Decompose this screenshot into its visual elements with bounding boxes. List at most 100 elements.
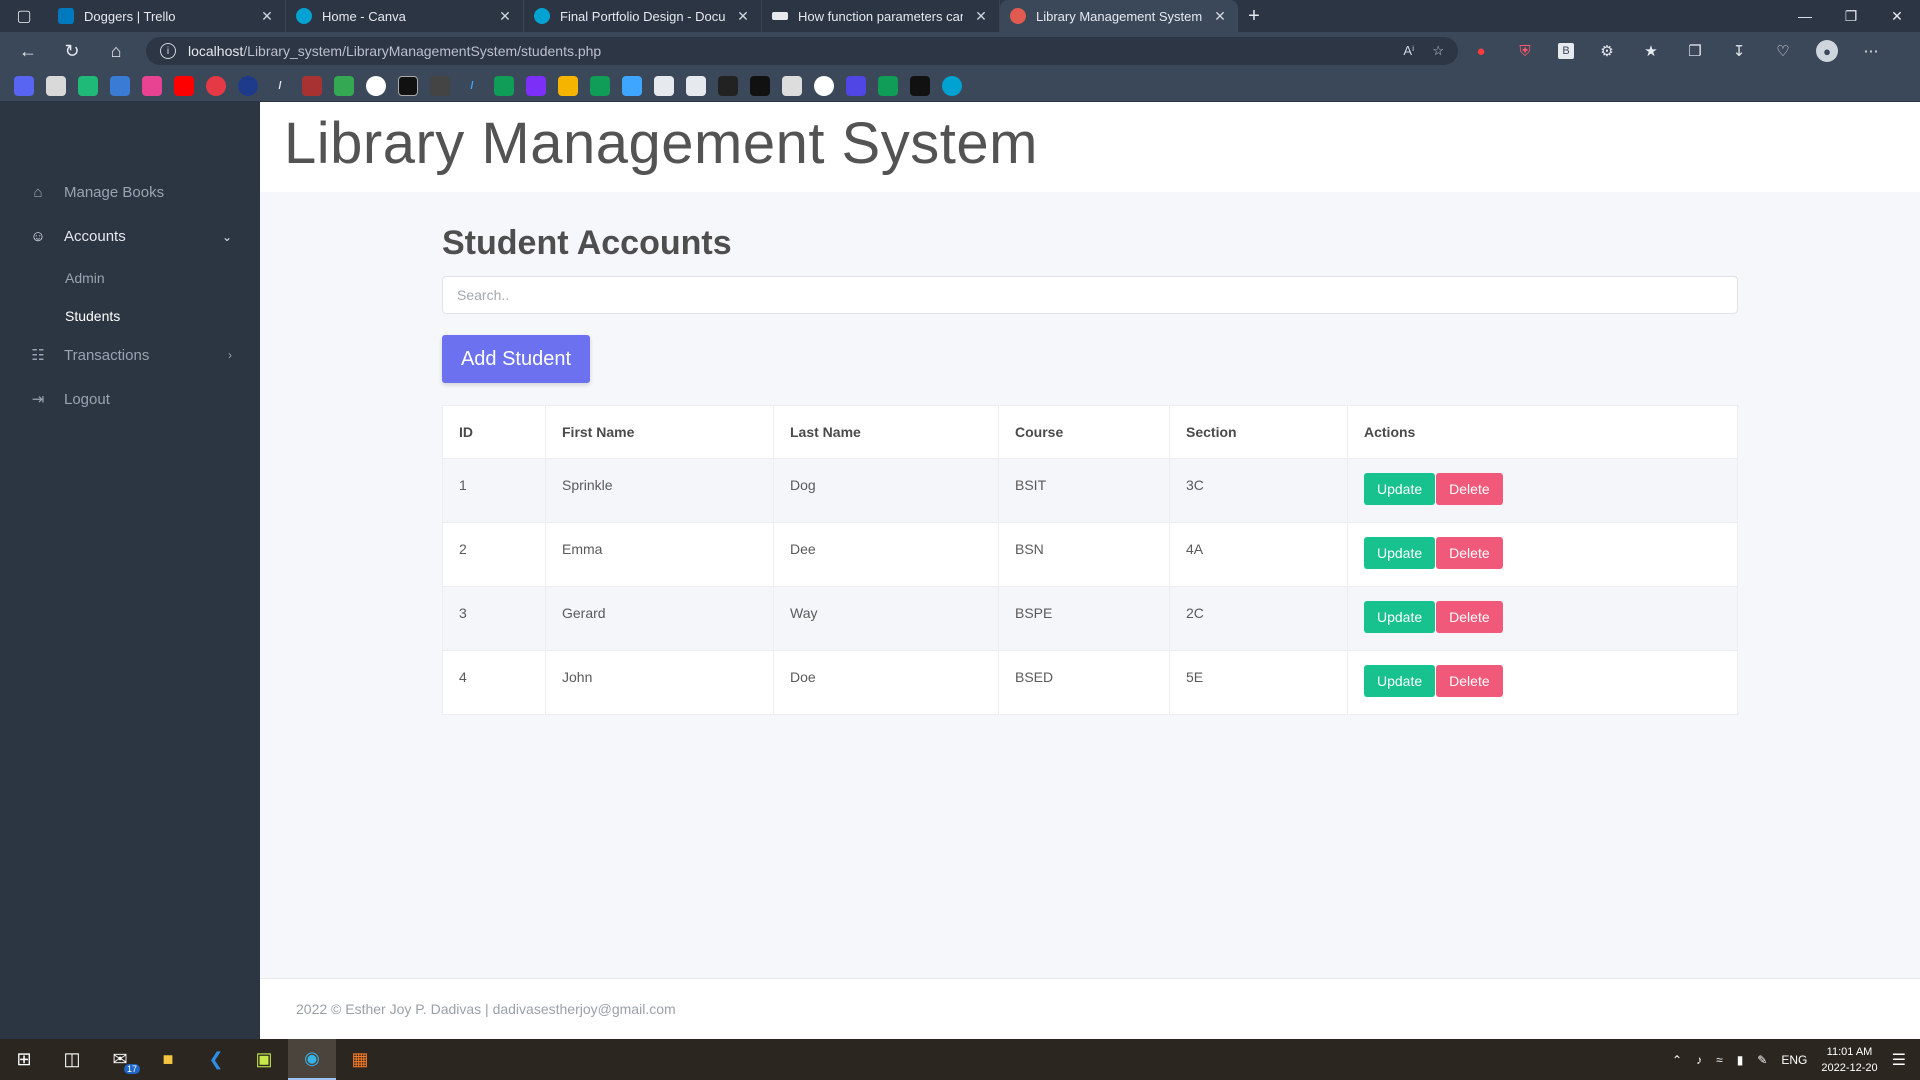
shield-icon[interactable]: ⛨ xyxy=(1514,40,1536,62)
add-student-button[interactable]: Add Student xyxy=(442,335,590,383)
home-icon[interactable]: ⌂ xyxy=(94,32,138,70)
bookmark-icon[interactable]: / xyxy=(270,76,290,96)
bookmark-icon[interactable] xyxy=(622,75,642,96)
reload-icon[interactable]: ↻ xyxy=(50,32,94,70)
task-view-icon[interactable]: ◫ xyxy=(48,1039,96,1080)
clock[interactable]: 11:01 AM 2022-12-20 xyxy=(1821,1044,1877,1076)
battery-icon[interactable]: ▮ xyxy=(1737,1053,1744,1067)
sidebar-item-logout[interactable]: ⇥ Logout xyxy=(28,390,232,409)
sidebar-subitem-students[interactable]: Students xyxy=(65,308,120,324)
bookmark-icon[interactable] xyxy=(846,75,866,96)
bookmark-icon[interactable] xyxy=(558,75,578,96)
read-aloud-icon[interactable]: Aⁱ xyxy=(1403,43,1414,59)
extension-red-icon[interactable]: ● xyxy=(1470,40,1492,62)
extension-b-icon[interactable]: B xyxy=(1558,43,1574,59)
file-explorer-icon[interactable]: ■ xyxy=(144,1039,192,1080)
bookmark-icon[interactable] xyxy=(238,75,258,96)
browser-tab-library[interactable]: Library Management System ✕ xyxy=(1000,0,1238,32)
bookmark-icon[interactable] xyxy=(750,75,770,96)
back-icon[interactable]: ← xyxy=(6,32,50,70)
bookmark-icon[interactable] xyxy=(206,75,226,96)
bookmark-icon[interactable]: / xyxy=(462,76,482,96)
vscode-icon[interactable]: ❮ xyxy=(192,1039,240,1080)
sidebar-subitem-admin[interactable]: Admin xyxy=(65,270,105,286)
update-button[interactable]: Update xyxy=(1364,537,1436,569)
search-input[interactable] xyxy=(442,276,1738,314)
info-icon[interactable]: i xyxy=(160,43,176,59)
pycharm-icon[interactable]: ▣ xyxy=(240,1039,288,1080)
delete-button[interactable]: Delete xyxy=(1436,473,1503,505)
bookmark-icon[interactable] xyxy=(654,75,674,96)
browser-tab-canva-home[interactable]: Home - Canva ✕ xyxy=(286,0,524,32)
notifications-icon[interactable]: ☰ xyxy=(1892,1050,1906,1070)
close-tab-icon[interactable]: ✕ xyxy=(1212,8,1228,25)
bookmark-icon[interactable] xyxy=(398,75,418,96)
github-bookmark-icon[interactable] xyxy=(366,75,386,96)
restore-icon[interactable]: ❐ xyxy=(1828,0,1874,32)
tab-actions-icon[interactable]: ▢ xyxy=(0,0,48,32)
bookmark-icon[interactable] xyxy=(526,75,546,96)
bookmark-icon[interactable] xyxy=(430,75,450,96)
bookmark-icon[interactable] xyxy=(46,75,66,96)
bookmark-icon[interactable] xyxy=(110,75,130,96)
collections-icon[interactable]: ❐ xyxy=(1684,40,1706,62)
browser-tab-canva-portfolio[interactable]: Final Portfolio Design - Documen ✕ xyxy=(524,0,762,32)
url-field[interactable]: i localhost/Library_system/LibraryManage… xyxy=(146,37,1458,65)
close-tab-icon[interactable]: ✕ xyxy=(735,8,751,25)
bookmark-icon[interactable] xyxy=(302,75,322,96)
delete-button[interactable]: Delete xyxy=(1436,665,1503,697)
bookmark-icon[interactable] xyxy=(686,75,706,96)
browser-essentials-icon[interactable]: ♡ xyxy=(1772,40,1794,62)
sidebar-item-manage-books[interactable]: ⌂ Manage Books xyxy=(28,184,232,201)
canva-bookmark-icon[interactable] xyxy=(942,75,962,96)
new-tab-icon[interactable]: + xyxy=(1238,0,1270,32)
download-icon[interactable]: ↧ xyxy=(1728,40,1750,62)
extensions-icon[interactable]: ⚙ xyxy=(1596,40,1618,62)
logout-icon: ⇥ xyxy=(31,391,45,408)
bookmark-icon[interactable] xyxy=(878,75,898,96)
bookmark-icon[interactable] xyxy=(782,75,802,96)
mail-icon[interactable]: ✉ 17 xyxy=(96,1039,144,1080)
more-menu-icon[interactable]: ⋯ xyxy=(1860,40,1882,62)
cell-first-name: Emma xyxy=(545,522,774,587)
home-icon: ⌂ xyxy=(33,184,43,201)
bookmark-icon[interactable] xyxy=(78,75,98,96)
wifi-icon[interactable]: ≈ xyxy=(1716,1053,1723,1067)
delete-button[interactable]: Delete xyxy=(1436,601,1503,633)
sidebar-item-accounts[interactable]: ☺ Accounts ⌄ xyxy=(28,228,232,245)
bookmark-icon[interactable] xyxy=(142,75,162,96)
language-indicator[interactable]: ENG xyxy=(1781,1053,1807,1067)
cell-actions: Update Delete xyxy=(1347,522,1738,587)
add-favorite-icon[interactable]: ☆ xyxy=(1432,43,1444,59)
close-tab-icon[interactable]: ✕ xyxy=(973,8,989,25)
bookmark-icon[interactable] xyxy=(718,75,738,96)
bookmark-icon[interactable] xyxy=(494,75,514,96)
edge-browser-icon[interactable]: ◉ xyxy=(288,1039,336,1080)
tab-title: Home - Canva xyxy=(322,8,406,24)
pen-icon[interactable]: ✎ xyxy=(1757,1053,1767,1067)
sidebar-item-transactions[interactable]: ☷ Transactions › xyxy=(28,346,232,365)
update-button[interactable]: Update xyxy=(1364,601,1436,633)
browser-tab-function-params[interactable]: How function parameters can im ✕ xyxy=(762,0,1000,32)
profile-avatar-icon[interactable]: ● xyxy=(1816,40,1838,62)
cell-section: 4A xyxy=(1169,522,1348,587)
discord-bookmark-icon[interactable] xyxy=(14,75,34,96)
drive-bookmark-icon[interactable] xyxy=(334,75,354,96)
chevron-up-icon[interactable]: ⌃ xyxy=(1672,1053,1682,1067)
xampp-icon[interactable]: ▦ xyxy=(336,1039,384,1080)
favorites-icon[interactable]: ★ xyxy=(1640,40,1662,62)
windows-start-icon[interactable]: ⊞ xyxy=(0,1039,48,1080)
close-tab-icon[interactable]: ✕ xyxy=(497,8,513,25)
close-window-icon[interactable]: ✕ xyxy=(1874,0,1920,32)
update-button[interactable]: Update xyxy=(1364,665,1436,697)
bookmark-icon[interactable] xyxy=(590,75,610,96)
delete-button[interactable]: Delete xyxy=(1436,537,1503,569)
google-bookmark-icon[interactable] xyxy=(814,75,834,96)
youtube-bookmark-icon[interactable] xyxy=(174,75,194,96)
volume-icon[interactable]: ♪ xyxy=(1696,1053,1702,1067)
bookmark-icon[interactable] xyxy=(910,75,930,96)
update-button[interactable]: Update xyxy=(1364,473,1436,505)
browser-tab-trello[interactable]: Doggers | Trello ✕ xyxy=(48,0,286,32)
close-tab-icon[interactable]: ✕ xyxy=(259,8,275,25)
minimize-icon[interactable]: — xyxy=(1782,0,1828,32)
